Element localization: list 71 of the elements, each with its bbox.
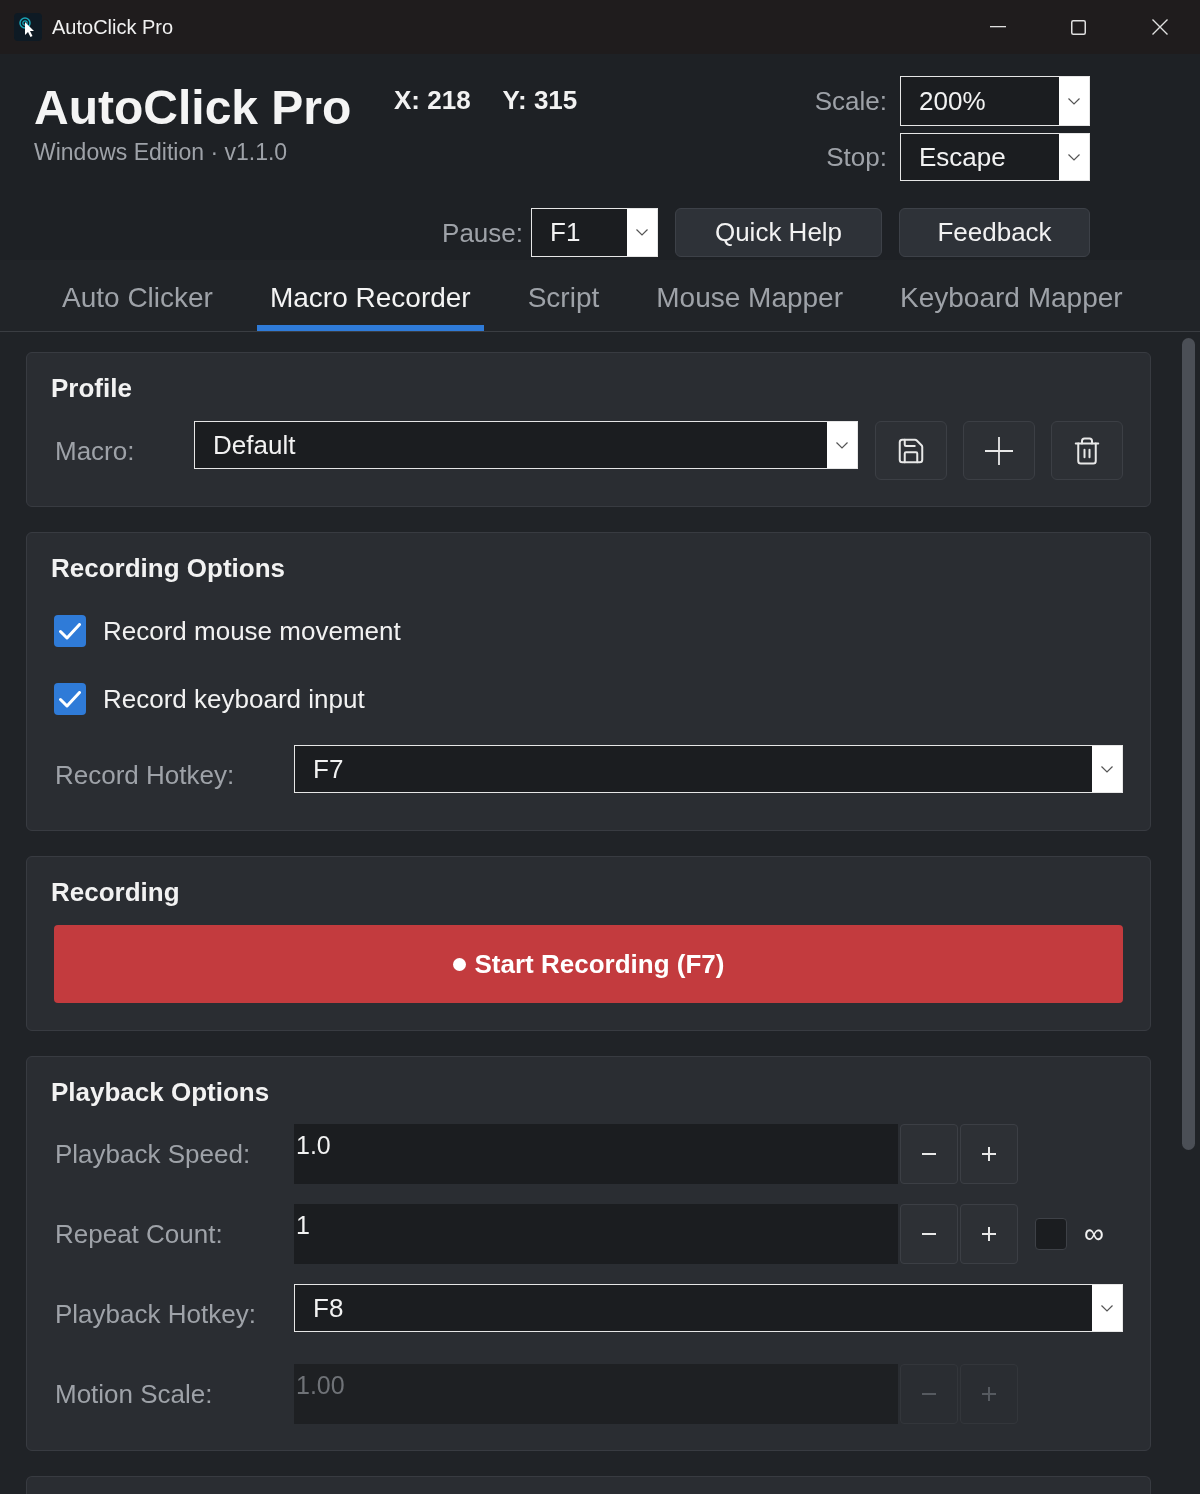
close-icon: [1151, 19, 1168, 35]
minus-icon: [922, 1393, 936, 1395]
chevron-down-icon: [836, 441, 848, 449]
plus-icon: [985, 436, 1013, 465]
chevron-down-icon: [1068, 97, 1080, 105]
chevron-down-icon: [1101, 765, 1113, 773]
checkbox-label: Record mouse movement: [103, 615, 401, 647]
cursor-x-coordinate: X: 218: [394, 84, 471, 116]
field-label: Playback Hotkey:: [54, 1298, 256, 1330]
pause-label: Pause:: [442, 216, 523, 249]
checkmark-icon: [59, 622, 81, 640]
setting-label: Stop:: [825, 141, 887, 173]
checkbox[interactable]: [54, 683, 86, 715]
field-label: Repeat Count:: [54, 1218, 223, 1250]
hotkey-dropdown[interactable]: F7: [294, 745, 1123, 793]
plus-icon: [982, 1147, 996, 1161]
app-subtitle: Windows Edition · v1.1.0: [34, 138, 288, 166]
checkbox[interactable]: [1035, 1218, 1067, 1250]
setting-dropdown[interactable]: 200%: [900, 76, 1090, 126]
plus-icon: [982, 1227, 996, 1241]
chevron-down-icon: [636, 229, 648, 236]
decrement-button[interactable]: [900, 1204, 958, 1264]
field-label: Macro:: [54, 434, 135, 467]
chevron-down-icon: [1068, 153, 1080, 161]
checkbox-label: Record keyboard input: [103, 683, 365, 715]
app-title: AutoClick Pro: [34, 80, 352, 136]
save-button[interactable]: [875, 421, 947, 480]
header-button[interactable]: Feedback: [899, 208, 1090, 257]
window-title: AutoClick Pro: [52, 15, 174, 40]
setting-label: Scale:: [814, 85, 887, 117]
scrollbar-thumb[interactable]: [1181, 338, 1195, 1150]
panel-title: Recording: [51, 876, 180, 908]
chevron-down-icon: [1101, 1304, 1113, 1312]
panel-title: Profile: [51, 372, 132, 404]
checkmark-icon: [59, 690, 81, 708]
app-logo-icon: [14, 13, 42, 41]
minus-icon: [922, 1233, 936, 1235]
record-dot-icon: [452, 957, 466, 971]
field-label: Motion Scale:: [54, 1378, 213, 1410]
plus-icon: [982, 1387, 996, 1401]
tab[interactable]: Script: [514, 260, 613, 331]
tab[interactable]: Keyboard Mapper: [887, 260, 1136, 331]
checkbox[interactable]: [54, 615, 86, 647]
tab[interactable]: Auto Clicker: [49, 260, 226, 331]
maximize-icon: [1071, 19, 1086, 35]
decrement-button[interactable]: [900, 1364, 958, 1424]
infinity-label: ∞: [1084, 1218, 1104, 1250]
increment-button[interactable]: [960, 1204, 1018, 1264]
field-label: Record Hotkey:: [54, 759, 235, 791]
number-input[interactable]: 1.0: [294, 1124, 898, 1184]
header-button[interactable]: Quick Help: [675, 208, 882, 257]
panel-title: Playback Options: [51, 1076, 270, 1108]
trash-icon: [1072, 435, 1102, 466]
macro-dropdown[interactable]: Default: [194, 421, 858, 469]
setting-dropdown[interactable]: Escape: [900, 133, 1090, 181]
increment-button[interactable]: [960, 1364, 1018, 1424]
cursor-y-coordinate: Y: 315: [502, 84, 578, 116]
start-recording-button[interactable]: Start Recording (F7): [54, 925, 1123, 1003]
minus-icon: [922, 1153, 936, 1155]
number-input[interactable]: 1: [294, 1204, 898, 1264]
field-label: Playback Speed:: [54, 1138, 251, 1170]
panel-title: Recording Options: [51, 552, 285, 584]
increment-button[interactable]: [960, 1124, 1018, 1184]
tab[interactable]: Macro Recorder: [256, 260, 484, 331]
add-button[interactable]: [963, 421, 1035, 480]
minimize-icon: [989, 26, 1006, 28]
pause-dropdown[interactable]: F1: [531, 208, 658, 257]
tab[interactable]: Mouse Mapper: [643, 260, 856, 331]
hotkey-dropdown[interactable]: F8: [294, 1284, 1123, 1332]
delete-button[interactable]: [1051, 421, 1123, 480]
decrement-button[interactable]: [900, 1124, 958, 1184]
